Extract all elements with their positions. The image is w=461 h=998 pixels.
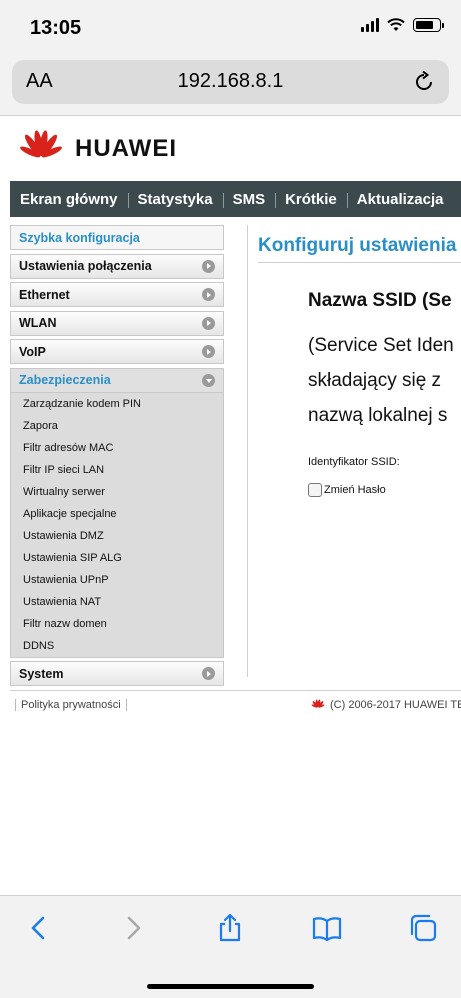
description-line: składający się z (308, 370, 442, 391)
submenu-item-virtual-server[interactable]: Wirtualny serwer (11, 481, 223, 503)
tabs-icon[interactable] (408, 913, 438, 943)
submenu-item-sip-alg[interactable]: Ustawienia SIP ALG (11, 547, 223, 569)
nav-item-short[interactable]: Krótkie (275, 191, 347, 208)
footer-divider (10, 690, 461, 691)
chevron-right-icon (202, 345, 215, 358)
nav-item-sms[interactable]: SMS (222, 191, 276, 208)
web-page: HUAWEI Ekran główny Statystyka SMS Krótk… (0, 117, 461, 895)
address-bar[interactable]: AA 192.168.8.1 (12, 60, 449, 104)
chevron-down-icon (202, 373, 215, 387)
browser-top-chrome: 13:05 AA 192.168.8.1 (0, 0, 461, 116)
chevron-right-icon (202, 316, 215, 330)
sidebar-item-label: System (19, 666, 64, 681)
battery-icon (413, 18, 444, 32)
home-indicator (147, 984, 314, 989)
description-line: nazwą lokalnej s (308, 405, 448, 426)
privacy-link[interactable]: Polityka prywatności (15, 699, 127, 711)
change-password-label[interactable]: Zmień Hasło (324, 484, 386, 496)
copyright-text: (C) 2006-2017 HUAWEI TE (330, 699, 461, 711)
sidebar-item-label: VoIP (19, 344, 46, 359)
chevron-right-icon (202, 288, 215, 301)
page-title: Konfiguruj ustawienia (258, 235, 457, 256)
sidebar-item-system[interactable]: System (10, 661, 224, 686)
sidebar-item-voip[interactable]: VoIP (10, 339, 224, 364)
status-icons (361, 18, 444, 32)
sidebar-item-label: Ustawienia połączenia (19, 259, 152, 273)
huawei-flower-icon (20, 130, 62, 158)
sidebar: Szybka konfiguracja Ustawienia połączeni… (10, 225, 224, 690)
nav-item-home[interactable]: Ekran główny (10, 191, 128, 208)
sidebar-item-label: Zabezpieczenia (19, 373, 111, 387)
logo-text: HUAWEI (75, 135, 177, 162)
cellular-signal-icon (361, 18, 379, 32)
status-time: 13:05 (30, 17, 82, 39)
nav-item-update[interactable]: Aktualizacja (346, 191, 454, 208)
url-text[interactable]: 192.168.8.1 (12, 70, 449, 93)
forward-icon[interactable] (118, 913, 148, 943)
sidebar-item-wlan[interactable]: WLAN (10, 310, 224, 336)
reload-icon[interactable] (411, 69, 437, 95)
submenu-item-nat[interactable]: Ustawienia NAT (11, 591, 223, 613)
security-submenu: Zarządzanie kodem PIN Zapora Filtr adres… (10, 392, 224, 658)
main-nav: Ekran główny Statystyka SMS Krótkie Aktu… (10, 181, 461, 217)
ssid-field-label: Identyfikator SSID: (308, 456, 400, 468)
browser-toolbar (0, 895, 461, 998)
content-divider (247, 225, 248, 677)
huawei-logo[interactable]: HUAWEI (15, 129, 177, 169)
sidebar-item-label: Szybka konfiguracja (19, 230, 140, 245)
submenu-item-pin-management[interactable]: Zarządzanie kodem PIN (11, 393, 223, 415)
sidebar-item-ethernet[interactable]: Ethernet (10, 282, 224, 307)
ssid-heading: Nazwa SSID (Se (308, 290, 452, 311)
copyright: (C) 2006-2017 HUAWEI TE (310, 699, 461, 711)
change-password-checkbox[interactable] (308, 483, 322, 497)
submenu-item-special-apps[interactable]: Aplikacje specjalne (11, 503, 223, 525)
share-icon[interactable] (215, 913, 245, 943)
back-icon[interactable] (24, 913, 54, 943)
description-line: (Service Set Iden (308, 335, 454, 356)
sidebar-item-label: Ethernet (19, 287, 70, 302)
ssid-description: (Service Set Iden składający się z nazwą… (308, 328, 454, 433)
sidebar-item-quick-setup[interactable]: Szybka konfiguracja (10, 225, 224, 250)
sidebar-item-security[interactable]: Zabezpieczenia (10, 367, 224, 393)
chevron-right-icon (202, 259, 215, 273)
submenu-item-domain-filter[interactable]: Filtr nazw domen (11, 613, 223, 635)
nav-item-statistics[interactable]: Statystyka (127, 191, 223, 208)
submenu-item-mac-filter[interactable]: Filtr adresów MAC (11, 437, 223, 459)
change-password-row: Zmień Hasło (308, 483, 386, 497)
sidebar-item-connection-settings[interactable]: Ustawienia połączenia (10, 253, 224, 279)
wifi-icon (387, 18, 405, 31)
submenu-item-dmz[interactable]: Ustawienia DMZ (11, 525, 223, 547)
submenu-item-upnp[interactable]: Ustawienia UPnP (11, 569, 223, 591)
submenu-item-firewall[interactable]: Zapora (11, 415, 223, 437)
submenu-item-lan-ip-filter[interactable]: Filtr IP sieci LAN (11, 459, 223, 481)
chevron-right-icon (202, 667, 215, 680)
bookmarks-icon[interactable] (312, 913, 342, 943)
huawei-flower-icon (311, 699, 325, 708)
title-divider (258, 262, 461, 263)
submenu-item-ddns[interactable]: DDNS (11, 635, 223, 657)
sidebar-item-label: WLAN (19, 316, 57, 330)
